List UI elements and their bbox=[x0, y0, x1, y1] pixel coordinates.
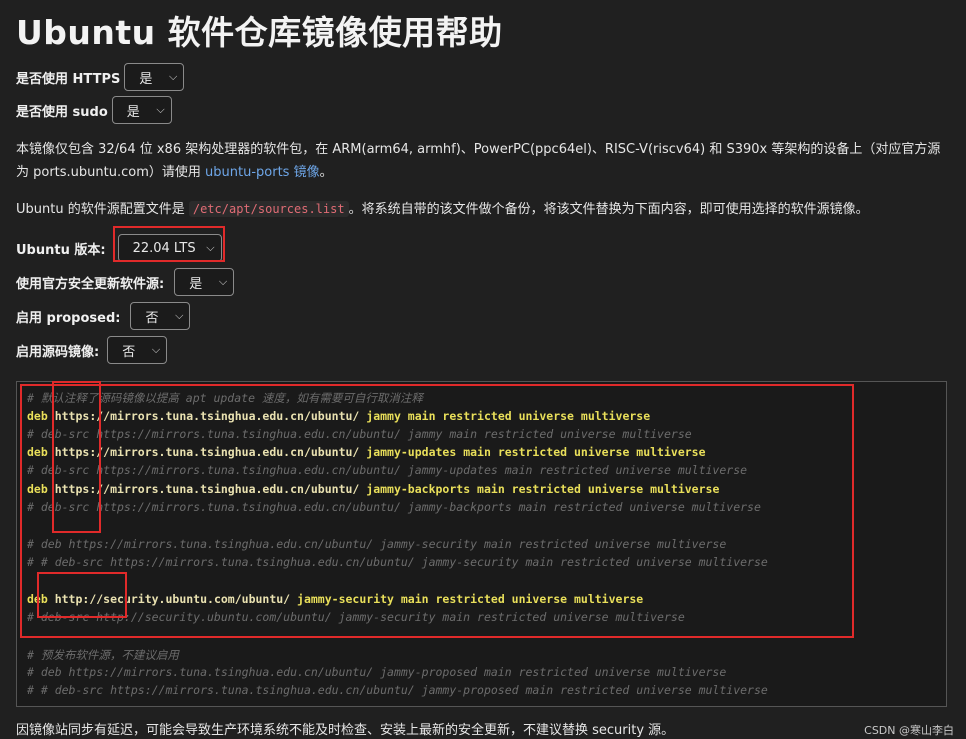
intro-text-end: 。 bbox=[319, 165, 333, 180]
chevron-down-icon: ⌵ bbox=[151, 343, 161, 356]
source-select-value: 否 bbox=[122, 344, 136, 360]
config-paragraph: Ubuntu 的软件源配置文件是 /etc/apt/sources.list 。将… bbox=[16, 198, 946, 221]
version-highlight-box bbox=[113, 226, 225, 262]
chevron-down-icon: ⌵ bbox=[218, 275, 228, 288]
security-select-value: 是 bbox=[189, 276, 203, 292]
source-row: 启用源码镜像: 否 ⌵ bbox=[16, 336, 168, 364]
code-highlight-box bbox=[20, 384, 854, 638]
https-select-value: 是 bbox=[139, 71, 153, 87]
sources-list-path: /etc/apt/sources.list bbox=[188, 201, 349, 217]
security-notice: 因镜像站同步有延迟，可能会导致生产环境系统不能及时检查、安装上最新的安全更新，不… bbox=[16, 723, 675, 738]
watermark-credit: CSDN @寒山李白 bbox=[864, 724, 954, 737]
intro-paragraph: 本镜像仅包含 32/64 位 x86 架构处理器的软件包，在 ARM(arm64… bbox=[16, 138, 946, 184]
https-option-label: 是否使用 HTTPS bbox=[16, 71, 121, 87]
sudo-select-value: 是 bbox=[126, 104, 140, 120]
proposed-select-value: 否 bbox=[145, 310, 159, 326]
http-highlight-box bbox=[37, 572, 127, 618]
version-label: Ubuntu 版本: bbox=[16, 242, 106, 258]
security-label: 使用官方安全更新软件源: bbox=[16, 276, 165, 292]
proposed-select[interactable]: 否 ⌵ bbox=[130, 302, 191, 330]
config-text-before: Ubuntu 的软件源配置文件是 bbox=[16, 202, 185, 217]
code-line: # deb https://mirrors.tuna.tsinghua.edu.… bbox=[27, 665, 727, 679]
https-highlight-box bbox=[52, 381, 101, 533]
sudo-select[interactable]: 是 ⌵ bbox=[111, 96, 172, 124]
source-select[interactable]: 否 ⌵ bbox=[107, 336, 168, 364]
security-row: 使用官方安全更新软件源: 是 ⌵ bbox=[16, 268, 235, 296]
chevron-down-icon: ⌵ bbox=[156, 103, 165, 116]
https-select[interactable]: 是 ⌵ bbox=[124, 63, 185, 91]
ubuntu-ports-link[interactable]: ubuntu-ports 镜像 bbox=[205, 165, 320, 180]
config-text-after: 。将系统自带的该文件做个备份，将该文件替换为下面内容，即可使用选择的软件源镜像。 bbox=[348, 202, 869, 217]
https-option-row: 是否使用 HTTPS 是 ⌵ bbox=[16, 63, 185, 91]
sudo-option-label: 是否使用 sudo bbox=[16, 104, 108, 120]
chevron-down-icon: ⌵ bbox=[175, 309, 184, 322]
security-select[interactable]: 是 ⌵ bbox=[174, 268, 235, 296]
page-title: Ubuntu 软件仓库镜像使用帮助 bbox=[16, 13, 503, 52]
proposed-row: 启用 proposed: 否 ⌵ bbox=[16, 302, 191, 330]
sudo-option-row: 是否使用 sudo 是 ⌵ bbox=[16, 96, 172, 124]
source-label: 启用源码镜像: bbox=[16, 344, 100, 360]
code-line: # 预发布软件源，不建议启用 bbox=[27, 648, 179, 662]
intro-text: 本镜像仅包含 32/64 位 x86 架构处理器的软件包，在 ARM(arm64… bbox=[16, 142, 941, 180]
code-line: # # deb-src https://mirrors.tuna.tsinghu… bbox=[27, 683, 768, 697]
proposed-label: 启用 proposed: bbox=[16, 310, 121, 326]
chevron-down-icon: ⌵ bbox=[169, 70, 178, 83]
